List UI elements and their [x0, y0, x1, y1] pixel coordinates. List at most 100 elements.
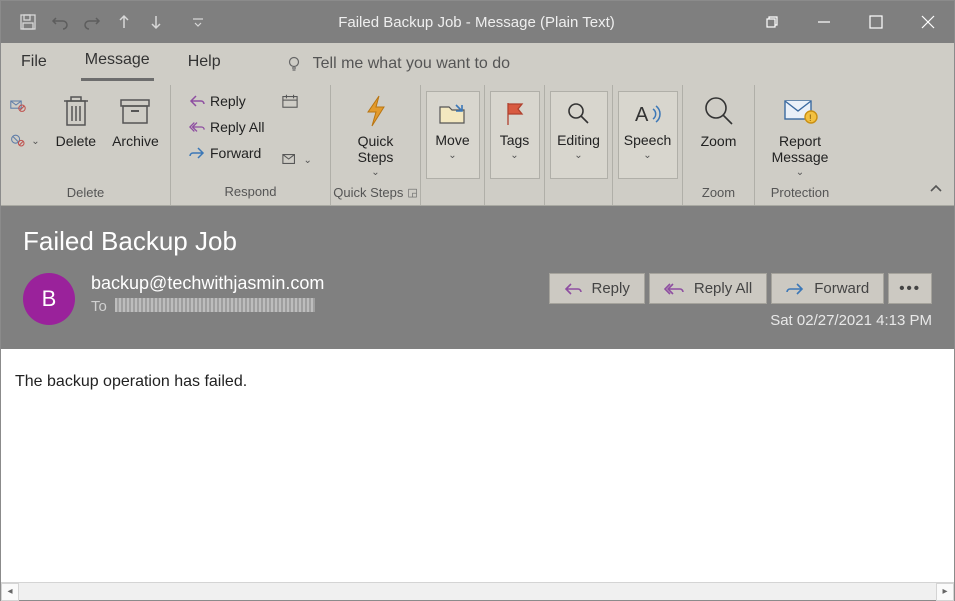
- archive-button[interactable]: Archive: [104, 89, 167, 183]
- header-more-actions-button[interactable]: •••: [888, 273, 932, 304]
- delete-button[interactable]: Delete: [48, 89, 104, 183]
- previous-item-icon[interactable]: [115, 13, 133, 31]
- forward-arrow-icon: [189, 145, 205, 161]
- message-body: The backup operation has failed.: [1, 349, 954, 582]
- restore-down-icon[interactable]: [746, 1, 798, 43]
- tab-message[interactable]: Message: [81, 47, 154, 81]
- from-address[interactable]: backup@techwithjasmin.com: [91, 273, 549, 294]
- junk-button[interactable]: ⌄: [4, 130, 45, 150]
- close-icon[interactable]: [902, 1, 954, 43]
- chevron-down-icon: ⌄: [448, 150, 456, 161]
- svg-text:!: !: [809, 113, 812, 123]
- maximize-icon[interactable]: [850, 1, 902, 43]
- tags-button[interactable]: Tags ⌄: [490, 91, 540, 179]
- more-respond-button[interactable]: ⌄: [276, 149, 317, 169]
- group-delete-label: Delete: [67, 183, 105, 203]
- collapse-ribbon-icon[interactable]: [926, 179, 946, 199]
- editing-button[interactable]: Editing ⌄: [550, 91, 608, 179]
- archive-label: Archive: [112, 133, 159, 149]
- redo-icon: [83, 13, 101, 31]
- flag-icon: [497, 100, 533, 128]
- group-editing: Editing ⌄: [545, 85, 613, 205]
- header-forward-label: Forward: [814, 280, 869, 297]
- speech-button[interactable]: A Speech ⌄: [618, 91, 678, 179]
- scroll-left-icon[interactable]: ◂: [1, 583, 19, 601]
- reply-all-button[interactable]: Reply All: [183, 117, 270, 137]
- to-label: To: [91, 298, 107, 315]
- group-respond-label: Respond: [224, 181, 276, 203]
- avatar-initial: B: [42, 286, 57, 312]
- report-message-icon: !: [782, 93, 818, 129]
- tab-file[interactable]: File: [17, 49, 51, 80]
- dialog-launcher-icon[interactable]: ◲: [407, 186, 417, 199]
- ignore-button[interactable]: [4, 95, 45, 115]
- group-protection-label: Protection: [771, 183, 830, 203]
- tell-me-label: Tell me what you want to do: [313, 55, 510, 73]
- quick-steps-label: Quick Steps: [358, 133, 394, 165]
- tell-me-search[interactable]: Tell me what you want to do: [285, 55, 510, 73]
- header-reply-all-button[interactable]: Reply All: [649, 273, 767, 304]
- ignore-icon: [10, 97, 26, 113]
- lightbulb-icon: [285, 55, 303, 73]
- window-title: Failed Backup Job - Message (Plain Text): [207, 14, 746, 31]
- header-forward-button[interactable]: Forward: [771, 273, 884, 304]
- group-quick-steps-label: Quick Steps◲: [333, 183, 418, 203]
- editing-label: Editing: [557, 132, 600, 148]
- to-recipient-redacted: [115, 298, 315, 312]
- tab-help[interactable]: Help: [184, 49, 225, 80]
- more-icon: [282, 151, 298, 167]
- group-delete: ⌄ Delete Archive Delete: [1, 85, 171, 205]
- chevron-down-icon: ⌄: [574, 150, 582, 161]
- title-subject: Failed Backup Job: [338, 14, 461, 31]
- header-reply-label: Reply: [592, 280, 630, 297]
- tags-label: Tags: [500, 132, 530, 148]
- delete-label: Delete: [56, 133, 96, 149]
- report-message-label: Report Message: [772, 133, 829, 165]
- title-bar: Failed Backup Job - Message (Plain Text): [1, 1, 954, 43]
- chevron-down-icon: ⌄: [371, 167, 379, 178]
- zoom-label: Zoom: [701, 133, 737, 149]
- chevron-down-icon: ⌄: [510, 150, 518, 161]
- move-folder-icon: [435, 100, 471, 128]
- scroll-right-icon[interactable]: ▸: [936, 583, 954, 601]
- chevron-down-icon: ⌄: [643, 150, 651, 161]
- reply-button[interactable]: Reply: [183, 91, 270, 111]
- title-type: Message (Plain Text): [475, 14, 615, 31]
- meeting-button[interactable]: [276, 91, 317, 111]
- quick-steps-button[interactable]: Quick Steps ⌄: [350, 89, 402, 183]
- move-button[interactable]: Move ⌄: [426, 91, 480, 179]
- header-reply-button[interactable]: Reply: [549, 273, 645, 304]
- chevron-down-icon: ⌄: [796, 167, 804, 178]
- zoom-button[interactable]: Zoom: [693, 89, 745, 183]
- message-subject: Failed Backup Job: [23, 226, 932, 257]
- speech-label: Speech: [624, 132, 671, 148]
- ribbon: ⌄ Delete Archive Delete Reply Reply All: [1, 85, 954, 206]
- group-protection: ! Report Message ⌄ Protection: [755, 85, 845, 205]
- more-dots-icon: •••: [899, 280, 921, 297]
- read-aloud-icon: A: [630, 100, 666, 128]
- move-label: Move: [435, 132, 469, 148]
- group-zoom-label: Zoom: [702, 183, 735, 203]
- chevron-down-icon: ⌄: [31, 136, 39, 147]
- group-respond: Reply Reply All Forward ⌄ Respond: [171, 85, 331, 205]
- save-icon[interactable]: [19, 13, 37, 31]
- undo-icon: [51, 13, 69, 31]
- reply-arrow-icon: [189, 93, 205, 109]
- report-message-button[interactable]: ! Report Message ⌄: [764, 89, 837, 183]
- quick-access-toolbar: [1, 13, 207, 31]
- customize-qat-icon[interactable]: [189, 13, 207, 31]
- archive-icon: [117, 93, 153, 129]
- group-move: Move ⌄: [421, 85, 485, 205]
- forward-button[interactable]: Forward: [183, 143, 270, 163]
- forward-arrow-icon: [786, 282, 804, 296]
- find-icon: [561, 100, 597, 128]
- horizontal-scrollbar[interactable]: ◂ ▸: [1, 582, 954, 600]
- next-item-icon[interactable]: [147, 13, 165, 31]
- minimize-icon[interactable]: [798, 1, 850, 43]
- message-body-text: The backup operation has failed.: [15, 373, 247, 390]
- forward-label: Forward: [210, 145, 261, 161]
- magnifier-icon: [701, 93, 737, 129]
- message-date: Sat 02/27/2021 4:13 PM: [770, 312, 932, 329]
- window-buttons: [746, 1, 954, 43]
- sender-avatar[interactable]: B: [23, 273, 75, 325]
